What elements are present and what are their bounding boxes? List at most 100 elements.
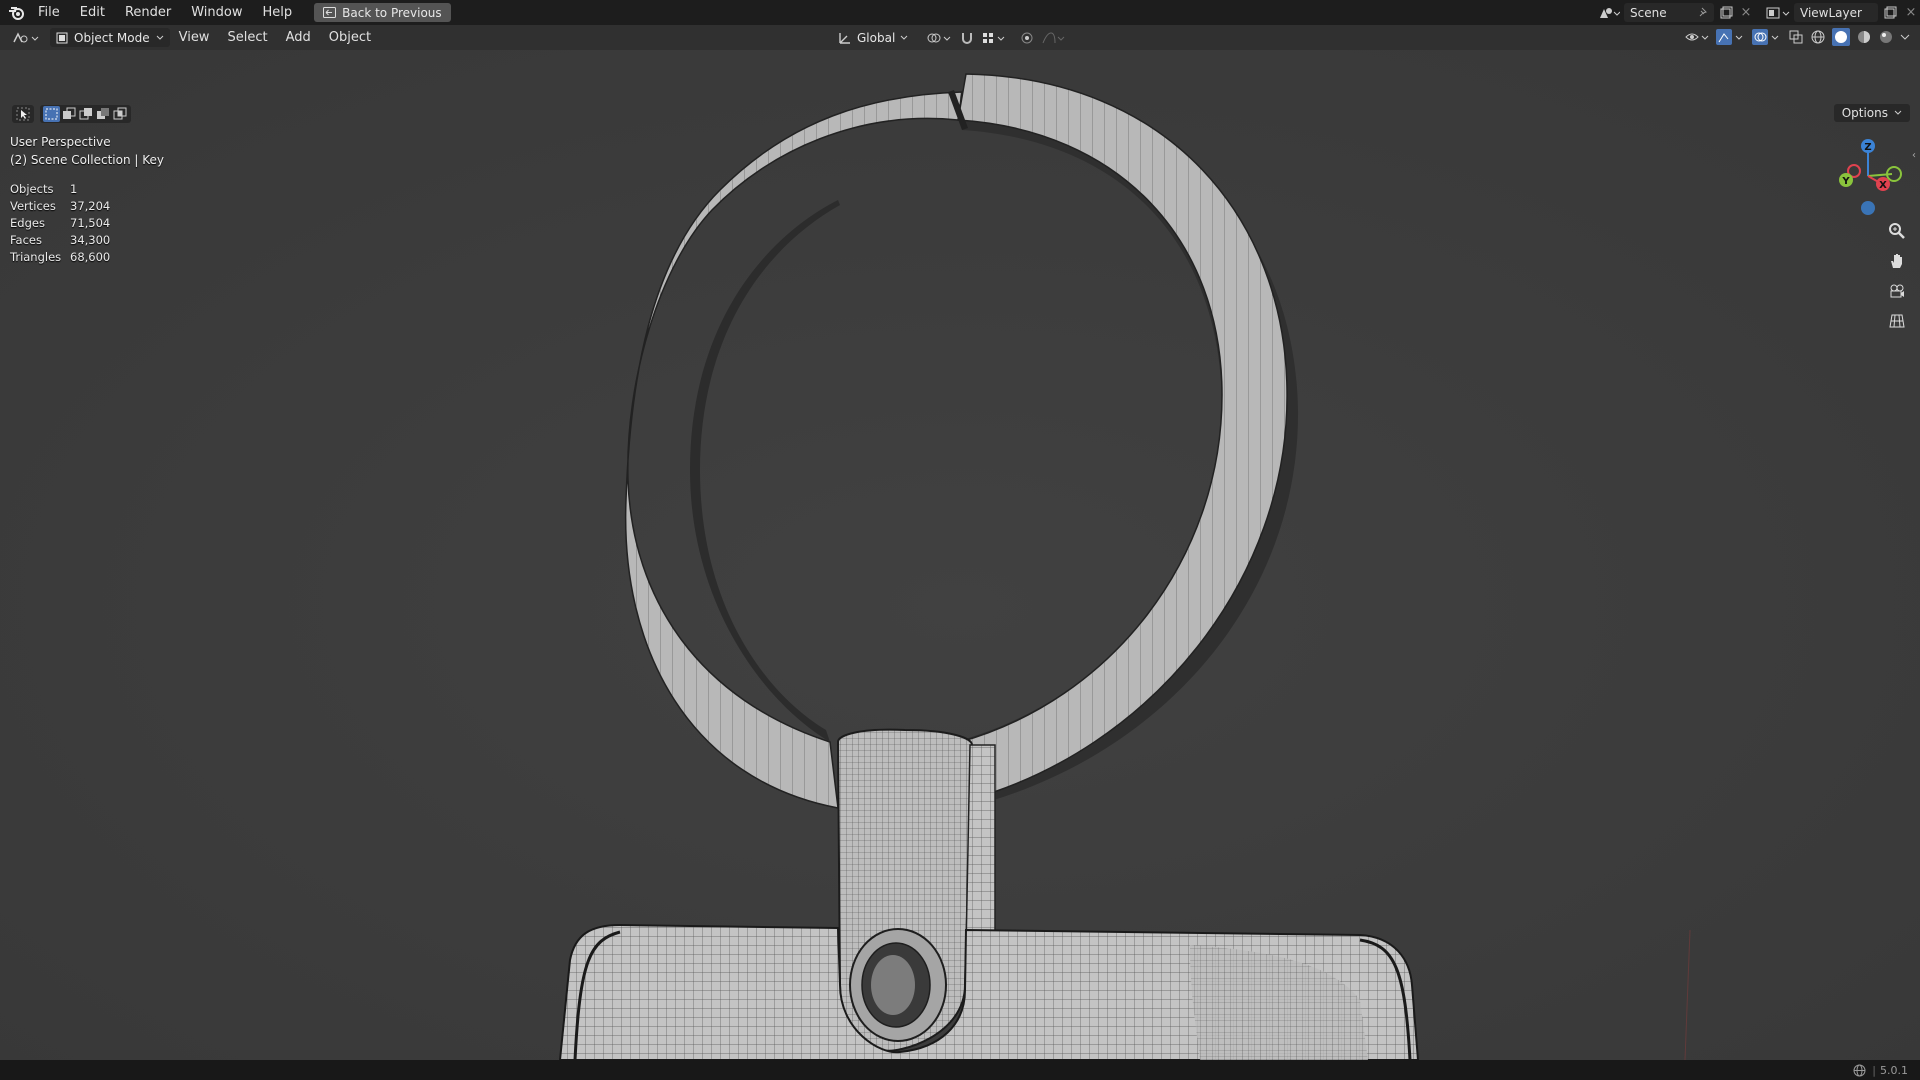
snap-grid-icon[interactable] <box>982 31 1006 45</box>
back-to-previous-button[interactable]: Back to Previous <box>314 3 451 22</box>
menu-add[interactable]: Add <box>277 25 320 50</box>
camera-view-button[interactable] <box>1884 278 1910 304</box>
scene-selector-icon[interactable] <box>1594 6 1624 20</box>
stat-label: Objects <box>10 182 54 196</box>
collection-label: (2) Scene Collection | Key <box>10 153 164 167</box>
sidebar-toggle-icon[interactable]: ‹ <box>1912 150 1920 164</box>
scene-name: Scene <box>1630 5 1667 20</box>
orientation-dropdown[interactable]: Global <box>838 28 908 47</box>
stat-row-objects: Objects 1 <box>10 182 110 199</box>
back-to-previous-label: Back to Previous <box>342 5 442 20</box>
view-layer-field[interactable]: ViewLayer <box>1794 3 1878 22</box>
model-render <box>0 50 1920 1060</box>
cursor-tool-icon <box>16 107 30 121</box>
stat-value: 1 <box>70 182 78 196</box>
tool-settings-button[interactable] <box>12 105 34 123</box>
hand-icon <box>1888 252 1906 270</box>
zoom-icon <box>1888 222 1906 240</box>
stat-value: 68,600 <box>70 250 111 264</box>
select-extend-icon[interactable] <box>62 106 77 122</box>
pin-icon[interactable] <box>1697 7 1708 18</box>
options-label: Options <box>1841 106 1888 120</box>
stat-row-faces: Faces 34,300 <box>10 233 110 250</box>
menu-edit[interactable]: Edit <box>70 0 115 25</box>
camera-icon <box>1888 282 1906 300</box>
navigation-gizmo[interactable]: Z X Y <box>1834 136 1906 218</box>
pan-button[interactable] <box>1884 248 1910 274</box>
status-separator: | <box>1872 1063 1876 1077</box>
globe-icon[interactable] <box>1853 1064 1866 1077</box>
mode-label: Object Mode <box>74 30 150 45</box>
3d-viewport[interactable]: User Perspective (2) Scene Collection | … <box>0 50 1920 1060</box>
stat-value: 37,204 <box>70 199 111 213</box>
chevron-down-icon <box>1894 110 1902 116</box>
menu-select[interactable]: Select <box>218 25 276 50</box>
menu-file[interactable]: File <box>28 0 70 25</box>
viewport-shading-controls <box>1684 28 1910 46</box>
menu-object[interactable]: Object <box>320 25 380 50</box>
delete-scene-icon[interactable]: × <box>1738 5 1754 20</box>
transform-controls: Global <box>838 28 1066 47</box>
snap-icon[interactable] <box>960 31 974 45</box>
menu-help[interactable]: Help <box>253 0 303 25</box>
orientation-icon <box>838 31 852 45</box>
options-dropdown[interactable]: Options <box>1833 104 1910 122</box>
select-intersect-icon[interactable] <box>113 106 128 122</box>
stat-label: Vertices <box>10 199 56 213</box>
gizmo-toggle-icon[interactable] <box>1716 29 1746 45</box>
proportional-editing-icon[interactable] <box>1020 31 1034 45</box>
zoom-button[interactable] <box>1884 218 1910 244</box>
new-scene-icon[interactable] <box>1714 6 1738 19</box>
axis-neg-z-handle <box>1861 201 1875 215</box>
object-mode-icon <box>56 32 68 44</box>
selection-mode-group <box>40 105 131 123</box>
screen-back-icon <box>323 7 337 18</box>
new-view-layer-icon[interactable] <box>1878 6 1902 19</box>
chevron-down-icon <box>900 35 908 41</box>
topbar-right: Scene × ViewLayer × <box>1594 0 1920 25</box>
view-perspective-label: User Perspective <box>10 135 111 149</box>
shading-rendered-icon[interactable] <box>1878 29 1894 45</box>
view-layer-selector-icon[interactable] <box>1762 6 1794 20</box>
stat-row-edges: Edges 71,504 <box>10 216 110 233</box>
orientation-label: Global <box>857 30 896 45</box>
version-label: 5.0.1 <box>1880 1063 1908 1077</box>
status-bar: | 5.0.1 <box>0 1060 1920 1080</box>
axis-x-label: X <box>1879 180 1887 191</box>
stat-value: 71,504 <box>70 216 111 230</box>
grid-perspective-icon <box>1888 312 1906 330</box>
axis-y-label: Y <box>1841 176 1850 187</box>
shading-material-icon[interactable] <box>1856 29 1872 45</box>
select-new-icon[interactable] <box>43 106 60 122</box>
case-body <box>558 923 1420 1060</box>
stat-label: Triangles <box>10 250 62 264</box>
stat-label: Edges <box>10 216 45 230</box>
viewport-header: Object Mode View Select Add Object Globa… <box>0 25 1920 50</box>
shading-solid-icon[interactable] <box>1832 28 1850 46</box>
stat-row-triangles: Triangles 68,600 <box>10 250 110 267</box>
stat-value: 34,300 <box>70 233 111 247</box>
scene-field[interactable]: Scene <box>1624 3 1714 22</box>
select-invert-icon[interactable] <box>96 106 111 122</box>
menu-window[interactable]: Window <box>181 0 252 25</box>
perspective-toggle-button[interactable] <box>1884 308 1910 334</box>
mode-dropdown[interactable]: Object Mode <box>50 28 170 47</box>
menu-render[interactable]: Render <box>115 0 181 25</box>
select-subtract-icon[interactable] <box>79 106 94 122</box>
visibility-icon[interactable] <box>1684 30 1710 44</box>
shading-options-icon[interactable] <box>1900 33 1910 41</box>
blender-logo-icon[interactable] <box>6 4 28 22</box>
pivot-point-icon[interactable] <box>926 31 952 45</box>
stat-row-vertices: Vertices 37,204 <box>10 199 110 216</box>
stat-label: Faces <box>10 233 42 247</box>
falloff-icon[interactable] <box>1042 31 1066 45</box>
shading-wireframe-icon[interactable] <box>1810 29 1826 45</box>
view-layer-name: ViewLayer <box>1800 5 1862 20</box>
editor-type-icon[interactable] <box>8 31 44 45</box>
top-bar: File Edit Render Window Help Back to Pre… <box>0 0 1920 25</box>
delete-view-layer-icon[interactable]: × <box>1902 5 1920 20</box>
select-tool-row <box>12 105 131 123</box>
menu-view[interactable]: View <box>170 25 219 50</box>
xray-toggle-icon[interactable] <box>1788 29 1804 45</box>
overlays-toggle-icon[interactable] <box>1752 29 1782 45</box>
